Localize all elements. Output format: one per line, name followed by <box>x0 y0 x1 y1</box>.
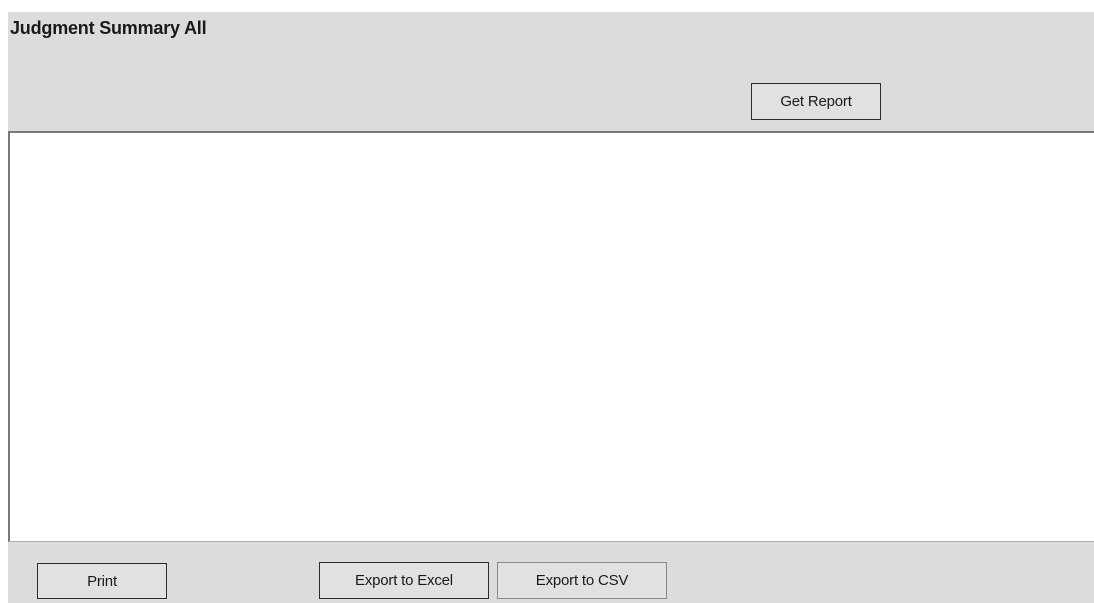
export-to-csv-button[interactable]: Export to CSV <box>497 562 667 599</box>
report-panel: Judgment Summary All Get Report Print Ex… <box>8 12 1094 603</box>
export-to-excel-button[interactable]: Export to Excel <box>319 562 489 599</box>
report-viewer[interactable] <box>8 131 1094 542</box>
get-report-button[interactable]: Get Report <box>751 83 881 120</box>
print-button[interactable]: Print <box>37 563 167 599</box>
report-window: Judgment Summary All Get Report Print Ex… <box>0 0 1094 603</box>
page-title: Judgment Summary All <box>10 18 207 38</box>
